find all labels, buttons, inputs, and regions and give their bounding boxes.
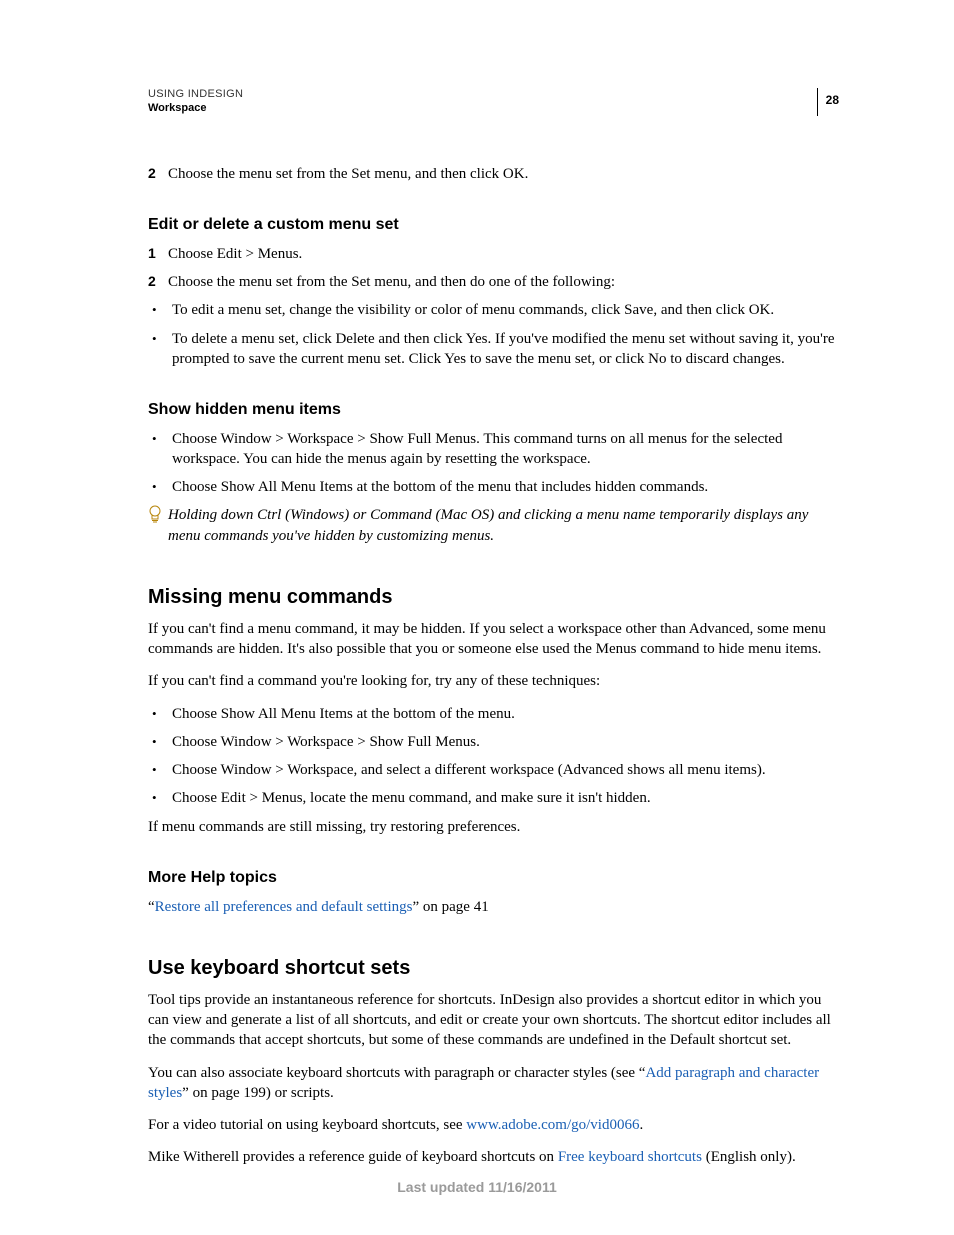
step-text: Choose Edit > Menus. [168, 244, 839, 264]
heading-show-hidden: Show hidden menu items [148, 399, 839, 421]
text-segment: ” on page 199) or scripts. [182, 1085, 334, 1101]
step-item: 2 Choose the menu set from the Set menu,… [148, 164, 839, 184]
tip-text: Holding down Ctrl (Windows) or Command (… [168, 505, 839, 546]
bullet-icon: • [148, 760, 172, 780]
step-item: 1 Choose Edit > Menus. [148, 244, 839, 264]
link-restore-preferences[interactable]: Restore all preferences and default sett… [155, 899, 413, 915]
header-left: USING INDESIGN Workspace [148, 88, 839, 114]
text-segment: For a video tutorial on using keyboard s… [148, 1117, 466, 1133]
bullet-item: • Choose Show All Menu Items at the bott… [148, 477, 839, 497]
paragraph: Mike Witherell provides a reference guid… [148, 1147, 839, 1167]
paragraph: Tool tips provide an instantaneous refer… [148, 990, 839, 1051]
bullet-icon: • [148, 429, 172, 470]
bullet-item: • Choose Show All Menu Items at the bott… [148, 704, 839, 724]
paragraph: If you can't find a command you're looki… [148, 671, 839, 691]
bullet-icon: • [148, 329, 172, 370]
lightbulb-icon [148, 505, 168, 546]
bullet-item: • To edit a menu set, change the visibil… [148, 300, 839, 320]
bullet-text: Choose Edit > Menus, locate the menu com… [172, 788, 839, 808]
text-segment: (English only). [702, 1149, 796, 1165]
bullet-icon: • [148, 732, 172, 752]
tip-block: Holding down Ctrl (Windows) or Command (… [148, 505, 839, 546]
bullet-icon: • [148, 788, 172, 808]
text-segment: Mike Witherell provides a reference guid… [148, 1149, 558, 1165]
text-segment: You can also associate keyboard shortcut… [148, 1065, 645, 1081]
bullet-text: Choose Window > Workspace > Show Full Me… [172, 429, 839, 470]
bullet-icon: • [148, 477, 172, 497]
content: 2 Choose the menu set from the Set menu,… [148, 164, 839, 1168]
bullet-text: Choose Show All Menu Items at the bottom… [172, 704, 839, 724]
bullet-icon: • [148, 300, 172, 320]
step-text: Choose the menu set from the Set menu, a… [168, 164, 839, 184]
header-doc-title: USING INDESIGN [148, 88, 839, 100]
bullet-item: • Choose Edit > Menus, locate the menu c… [148, 788, 839, 808]
heading-edit-delete: Edit or delete a custom menu set [148, 214, 839, 236]
bullet-icon: • [148, 704, 172, 724]
bullet-text: To edit a menu set, change the visibilit… [172, 300, 839, 320]
bullet-item: • Choose Window > Workspace > Show Full … [148, 429, 839, 470]
page-number: 28 [817, 88, 839, 116]
link-video-tutorial[interactable]: www.adobe.com/go/vid0066 [466, 1117, 639, 1133]
bullet-text: Choose Show All Menu Items at the bottom… [172, 477, 839, 497]
link-free-shortcuts[interactable]: Free keyboard shortcuts [558, 1149, 702, 1165]
step-number: 2 [148, 272, 168, 292]
step-item: 2 Choose the menu set from the Set menu,… [148, 272, 839, 292]
bullet-text: Choose Window > Workspace, and select a … [172, 760, 839, 780]
text-segment: . [639, 1117, 643, 1133]
quote-close-and-page: ” on page 41 [412, 899, 488, 915]
paragraph: You can also associate keyboard shortcut… [148, 1063, 839, 1104]
quote-open: “ [148, 899, 155, 915]
bullet-item: • Choose Window > Workspace, and select … [148, 760, 839, 780]
page-footer: Last updated 11/16/2011 [0, 1179, 954, 1195]
bullet-text: To delete a menu set, click Delete and t… [172, 329, 839, 370]
paragraph: If you can't find a menu command, it may… [148, 619, 839, 660]
step-text: Choose the menu set from the Set menu, a… [168, 272, 839, 292]
heading-missing-commands: Missing menu commands [148, 584, 839, 611]
page: USING INDESIGN Workspace 28 2 Choose the… [0, 0, 954, 1235]
more-help-line: “Restore all preferences and default set… [148, 897, 839, 917]
heading-keyboard-shortcuts: Use keyboard shortcut sets [148, 955, 839, 982]
paragraph: If menu commands are still missing, try … [148, 817, 839, 837]
bullet-item: • To delete a menu set, click Delete and… [148, 329, 839, 370]
bullet-text: Choose Window > Workspace > Show Full Me… [172, 732, 839, 752]
bullet-item: • Choose Window > Workspace > Show Full … [148, 732, 839, 752]
header-section: Workspace [148, 102, 839, 114]
paragraph: For a video tutorial on using keyboard s… [148, 1115, 839, 1135]
heading-more-help: More Help topics [148, 867, 839, 889]
page-header: USING INDESIGN Workspace 28 [148, 88, 839, 114]
step-number: 1 [148, 244, 168, 264]
step-number: 2 [148, 164, 168, 184]
